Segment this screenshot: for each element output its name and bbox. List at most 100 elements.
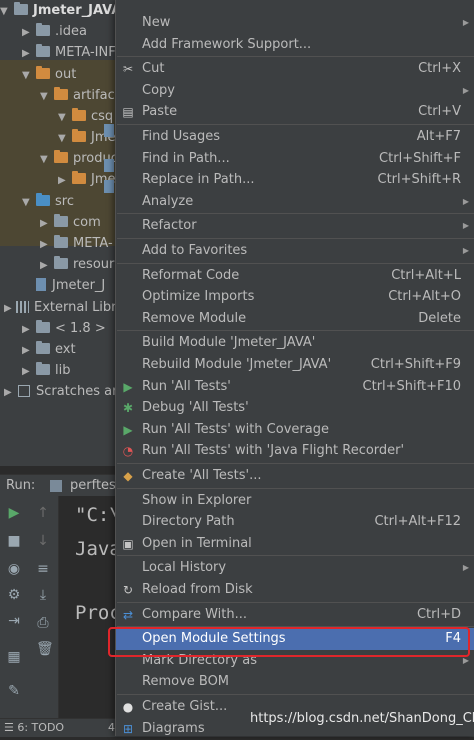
menu-item-optimize-imports[interactable]: Optimize Imports Ctrl+Alt+O xyxy=(116,286,474,308)
menu-item-local-history[interactable]: Local History ▶ xyxy=(116,557,474,579)
menu-item-remove-module[interactable]: Remove Module Delete xyxy=(116,308,474,330)
menu-item-find-in-path[interactable]: Find in Path... Ctrl+Shift+F xyxy=(116,148,474,170)
submenu-arrow-icon: ▶ xyxy=(462,246,469,255)
menu-item-find-usages[interactable]: Find Usages Alt+F7 xyxy=(116,126,474,148)
settings-icon[interactable]: ⚙ xyxy=(7,588,21,602)
pin-icon[interactable]: ✎ xyxy=(7,684,21,698)
todo-tab[interactable]: ☰ 6: TODO xyxy=(4,719,64,737)
menu-item-reformat-code[interactable]: Reformat Code Ctrl+Alt+L xyxy=(116,265,474,287)
tree-item[interactable]: ▼ Jme xyxy=(0,127,116,148)
soft-wrap-icon[interactable]: ≡ xyxy=(36,562,50,576)
chevron-down-icon[interactable]: ▼ xyxy=(58,128,68,149)
tree-item[interactable]: ▶ < 1.8 > xyxy=(0,318,106,339)
chevron-right-icon[interactable]: ▶ xyxy=(40,255,50,276)
menu-item-new[interactable]: New ▶ xyxy=(116,12,474,34)
chevron-right-icon[interactable]: ▶ xyxy=(4,298,14,319)
print-icon[interactable]: ⎙ xyxy=(36,616,50,630)
tree-item[interactable]: ▶ META- xyxy=(0,233,113,254)
chevron-right-icon[interactable]: ▶ xyxy=(58,170,68,191)
menu-item-run-all-tests-with-coverage[interactable]: ▶ Run 'All Tests' with Coverage xyxy=(116,419,474,441)
chevron-down-icon[interactable]: ▼ xyxy=(58,107,68,128)
menu-item-shortcut: Ctrl+Shift+F xyxy=(379,150,461,166)
menu-item-analyze[interactable]: Analyze ▶ xyxy=(116,191,474,213)
menu-item-build-module-jmeter-java[interactable]: Build Module 'Jmeter_JAVA' xyxy=(116,332,474,354)
chevron-down-icon[interactable]: ▼ xyxy=(22,65,32,86)
up-icon[interactable]: ↑ xyxy=(36,506,50,520)
chevron-right-icon[interactable]: ▶ xyxy=(22,340,32,361)
other-tab[interactable]: 4 xyxy=(108,719,115,737)
tree-item[interactable]: ▶Jme xyxy=(0,169,116,190)
stop-icon[interactable]: ■ xyxy=(7,534,21,548)
folder-icon xyxy=(36,193,50,206)
chevron-right-icon[interactable]: ▶ xyxy=(22,43,32,64)
tree-item[interactable]: ▼ produc xyxy=(0,148,118,169)
down-icon[interactable]: ↓ xyxy=(36,534,50,548)
scroll-end-icon[interactable]: ⤓ xyxy=(36,588,50,602)
tree-item-label: META- xyxy=(73,236,113,251)
menu-item-reload-from-disk[interactable]: ↻ Reload from Disk xyxy=(116,579,474,601)
menu-item-run-all-tests[interactable]: ▶ Run 'All Tests' Ctrl+Shift+F10 xyxy=(116,376,474,398)
tree-item[interactable]: ▼ csq xyxy=(0,106,113,127)
reload-icon: ↻ xyxy=(122,583,134,597)
library-icon xyxy=(16,301,29,313)
tree-item[interactable]: ▶ com xyxy=(0,212,101,233)
menu-item-open-in-terminal[interactable]: ▣ Open in Terminal xyxy=(116,533,474,555)
rerun-icon[interactable]: ▶ xyxy=(7,506,21,520)
github-icon: ● xyxy=(122,700,134,714)
tree-item[interactable]: ▼ src xyxy=(0,191,74,212)
chevron-right-icon[interactable]: ▶ xyxy=(4,382,14,403)
layout-icon[interactable]: ▦ xyxy=(7,650,21,664)
menu-item-label: Open in Terminal xyxy=(142,535,252,551)
chevron-right-icon[interactable]: ▶ xyxy=(40,234,50,255)
chevron-down-icon[interactable]: ▼ xyxy=(40,86,50,107)
exit-icon[interactable]: ⇥ xyxy=(7,614,21,628)
menu-item-debug-all-tests[interactable]: ✱ Debug 'All Tests' xyxy=(116,397,474,419)
camera-icon[interactable]: ◉ xyxy=(7,562,21,576)
menu-item-label: Reformat Code xyxy=(142,267,240,283)
tree-item-label: csq xyxy=(91,109,114,124)
submenu-arrow-icon: ▶ xyxy=(462,85,469,95)
tree-item[interactable]: ▼ artifact xyxy=(0,85,120,106)
tree-item[interactable]: ▶ .idea xyxy=(0,21,87,42)
tree-item[interactable]: ▼ out xyxy=(0,64,76,85)
menu-item-replace-in-path[interactable]: Replace in Path... Ctrl+Shift+R xyxy=(116,169,474,191)
chevron-right-icon[interactable]: ▶ xyxy=(22,22,32,43)
menu-separator xyxy=(117,330,474,332)
run-label: Run: xyxy=(6,478,36,493)
chevron-down-icon[interactable]: ▼ xyxy=(22,192,32,213)
tree-item[interactable]: Jmeter_J xyxy=(0,275,105,296)
menu-item-compare-with[interactable]: ⇄ Compare With... Ctrl+D xyxy=(116,604,474,626)
menu-item-remove-bom[interactable]: Remove BOM xyxy=(116,671,474,693)
menu-item-show-in-explorer[interactable]: Show in Explorer xyxy=(116,490,474,512)
menu-item-create-all-tests[interactable]: ◆ Create 'All Tests'... xyxy=(116,465,474,487)
trash-icon[interactable]: 🗑 xyxy=(36,642,54,656)
chevron-right-icon[interactable]: ▶ xyxy=(22,319,32,340)
menu-separator xyxy=(117,262,474,264)
chevron-down-icon[interactable]: ▼ xyxy=(0,1,10,22)
menu-item-paste[interactable]: ▤ Paste Ctrl+V xyxy=(116,101,474,123)
menu-item-rebuild-module-jmeter-java[interactable]: Rebuild Module 'Jmeter_JAVA' Ctrl+Shift+F… xyxy=(116,354,474,376)
menu-item-label: Analyze xyxy=(142,193,194,209)
todo-icon: ☰ xyxy=(4,721,18,734)
menu-item-copy[interactable]: Copy ▶ xyxy=(116,80,474,102)
menu-item-add-framework-support[interactable]: Add Framework Support... xyxy=(116,34,474,56)
chevron-right-icon[interactable]: ▶ xyxy=(22,361,32,382)
tree-item-label: Jmeter_J xyxy=(52,278,106,293)
tree-item[interactable]: ▶ External Libra xyxy=(0,297,125,318)
menu-item-cut[interactable]: ✂ Cut Ctrl+X xyxy=(116,58,474,80)
clipboard-icon: ▤ xyxy=(122,105,134,120)
chevron-down-icon[interactable]: ▼ xyxy=(40,149,50,170)
tree-item[interactable]: ▶ META-INF xyxy=(0,42,116,63)
run-tab-perftes[interactable]: perftes xyxy=(70,478,116,493)
menu-item-label: Add Framework Support... xyxy=(142,36,312,52)
tree-item[interactable]: ▶ ext xyxy=(0,339,76,360)
chevron-right-icon[interactable]: ▶ xyxy=(40,213,50,234)
tree-item[interactable]: ▶ resour xyxy=(0,254,114,275)
menu-item-directory-path[interactable]: Directory Path Ctrl+Alt+F12 xyxy=(116,511,474,533)
menu-item-run-all-tests-with-java-flight-recorder[interactable]: ◔ Run 'All Tests' with 'Java Flight Recor… xyxy=(116,440,474,462)
tree-item[interactable]: ▶ lib xyxy=(0,360,70,381)
menu-item-add-to-favorites[interactable]: Add to Favorites ▶ xyxy=(116,240,474,262)
tree-item[interactable]: ▶ Scratches and xyxy=(0,381,129,402)
folder-icon xyxy=(72,129,86,142)
menu-item-refactor[interactable]: Refactor ▶ xyxy=(116,215,474,237)
